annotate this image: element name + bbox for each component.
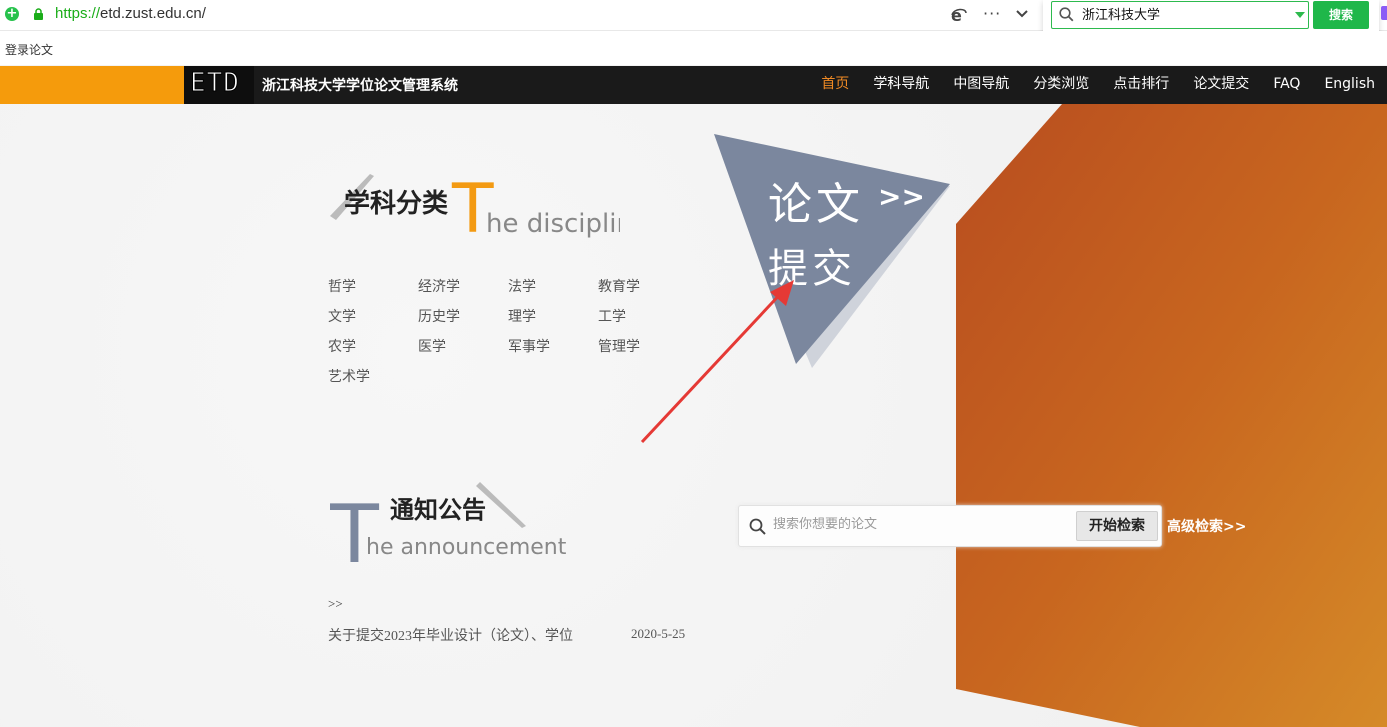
nav-discipline[interactable]: 学科导航 bbox=[861, 66, 941, 104]
advanced-search-link[interactable]: 高级检索>> bbox=[1167, 516, 1246, 536]
extension-icon[interactable] bbox=[1381, 6, 1387, 20]
browser-search-button[interactable]: 搜索 bbox=[1313, 1, 1369, 29]
url-scheme: https:// bbox=[55, 5, 101, 22]
category-link[interactable]: 艺术学 bbox=[328, 366, 370, 386]
thesis-search-box: 开始检索 bbox=[738, 505, 1162, 547]
announcement-more-link[interactable]: >> bbox=[328, 596, 343, 612]
shield-icon[interactable]: + bbox=[5, 7, 19, 21]
category-link[interactable]: 理学 bbox=[508, 306, 536, 326]
category-link[interactable]: 工学 bbox=[598, 306, 626, 326]
url-host: etd.zust.edu.cn/ bbox=[100, 5, 206, 22]
nav-ranking[interactable]: 点击排行 bbox=[1101, 66, 1181, 104]
more-options-icon[interactable]: ··· bbox=[983, 4, 1001, 23]
chevron-down-icon[interactable] bbox=[1015, 6, 1029, 20]
nav-clc[interactable]: 中图导航 bbox=[941, 66, 1021, 104]
nav-home[interactable]: 首页 bbox=[809, 66, 861, 104]
lock-icon bbox=[34, 8, 43, 20]
announcement-item-date: 2020-5-25 bbox=[631, 626, 686, 641]
browser-search-input[interactable] bbox=[1082, 6, 1282, 21]
thesis-search-input[interactable] bbox=[773, 517, 1063, 532]
ie-compat-icon[interactable]: e bbox=[950, 6, 968, 24]
browser-search-box[interactable] bbox=[1051, 1, 1309, 29]
category-link[interactable]: 军事学 bbox=[508, 336, 550, 356]
submit-arrows-icon[interactable]: >> bbox=[878, 180, 925, 213]
search-icon bbox=[749, 518, 766, 535]
bookmark-bar: 登录论文 bbox=[0, 31, 1387, 65]
discipline-heading-en: he discipline bbox=[486, 209, 620, 239]
nav-submit[interactable]: 论文提交 bbox=[1181, 66, 1261, 104]
nav-english[interactable]: English bbox=[1312, 66, 1387, 104]
submit-label-line1[interactable]: 论文 bbox=[768, 168, 864, 232]
category-link[interactable]: 经济学 bbox=[418, 276, 460, 296]
site-header: ETD 浙江科技大学学位论文管理系统 首页 学科导航 中图导航 分类浏览 点击排… bbox=[0, 66, 1387, 106]
header-accent-strip bbox=[0, 66, 184, 104]
announcement-heading-cn: 通知公告 bbox=[390, 496, 486, 524]
search-engine-dropdown-icon[interactable] bbox=[1295, 12, 1305, 18]
start-search-button[interactable]: 开始检索 bbox=[1076, 511, 1158, 541]
category-link[interactable]: 农学 bbox=[328, 336, 356, 356]
category-link[interactable]: 文学 bbox=[328, 306, 356, 326]
browser-address-bar: + https://etd.zust.edu.cn/ e ··· 搜索 bbox=[0, 0, 1387, 36]
category-link[interactable]: 医学 bbox=[418, 336, 446, 356]
search-icon bbox=[1059, 7, 1074, 22]
discipline-heading: 学科分类 T he discipline bbox=[330, 174, 620, 244]
nav-faq[interactable]: FAQ bbox=[1261, 66, 1312, 104]
category-link[interactable]: 法学 bbox=[508, 276, 536, 296]
red-annotation-arrow bbox=[640, 280, 794, 444]
main-nav: 首页 学科导航 中图导航 分类浏览 点击排行 论文提交 FAQ English bbox=[809, 66, 1387, 104]
url-field[interactable]: https://etd.zust.edu.cn/ bbox=[55, 5, 206, 22]
announcement-heading-en: he announcement bbox=[366, 535, 567, 560]
site-logo[interactable]: ETD bbox=[184, 66, 254, 106]
category-link[interactable]: 历史学 bbox=[418, 306, 460, 326]
site-title: 浙江科技大学学位论文管理系统 bbox=[262, 78, 458, 94]
main-content: 学科分类 T he discipline 哲学 经济学 法学 教育学 文学 历史… bbox=[0, 104, 1387, 727]
announcement-item-title[interactable]: 关于提交2023年毕业设计（论文）、学位 bbox=[328, 625, 573, 645]
nav-browse[interactable]: 分类浏览 bbox=[1021, 66, 1101, 104]
bookmark-login[interactable]: 登录论文 bbox=[5, 41, 53, 58]
logo-text: ETD bbox=[190, 68, 240, 99]
discipline-heading-cn: 学科分类 bbox=[344, 188, 448, 219]
category-link[interactable]: 哲学 bbox=[328, 276, 356, 296]
announcement-heading: T 通知公告 he announcement bbox=[330, 482, 567, 562]
